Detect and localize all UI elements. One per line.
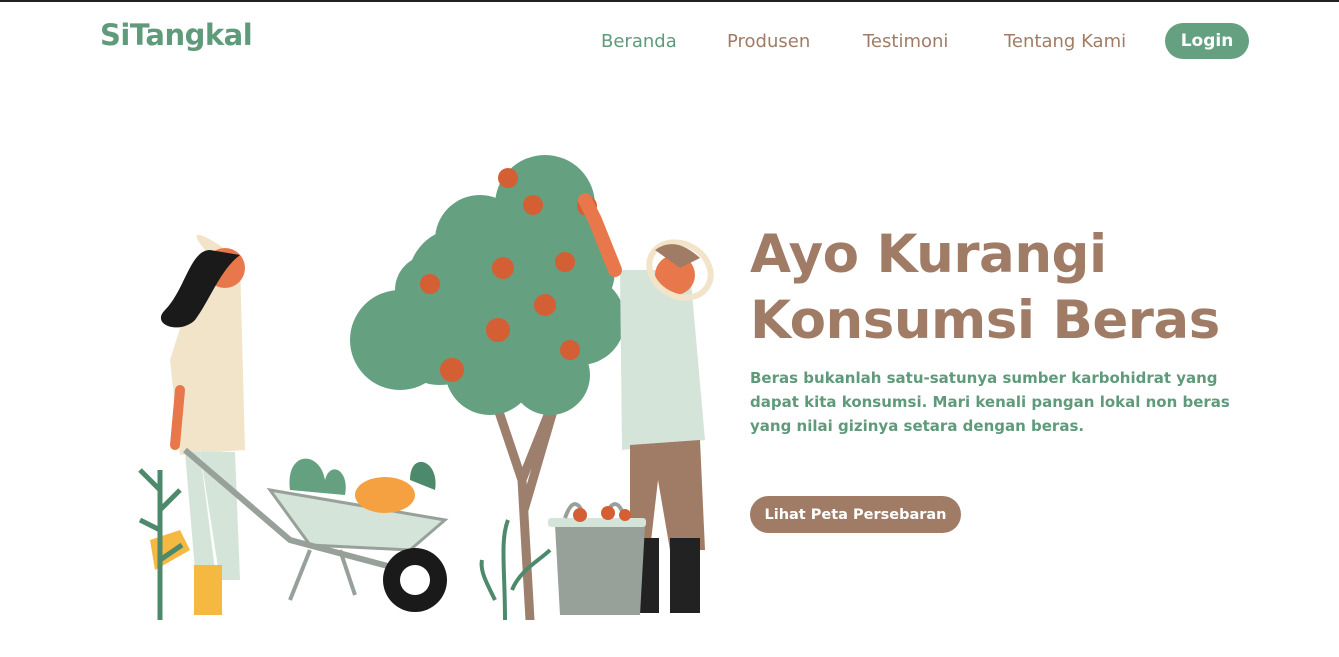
hero-title-line1: Ayo Kurangi [750,224,1107,285]
login-button[interactable]: Login [1165,23,1249,59]
nav-link-tentang-kami[interactable]: Tentang Kami [1004,31,1126,52]
hero-description: Beras bukanlah satu-satunya sumber karbo… [750,369,1230,435]
farming-illustration [138,155,714,620]
nav-link-produsen[interactable]: Produsen [727,31,810,52]
nav-link-beranda[interactable]: Beranda [601,31,677,52]
navbar: SiTangkal Beranda Produsen Testimoni Ten… [0,2,1339,76]
hero-title: Ayo Kurangi Konsumsi Beras [750,222,1310,354]
nav-link-testimoni[interactable]: Testimoni [863,31,948,52]
view-distribution-map-button[interactable]: Lihat Peta Persebaran [750,496,961,533]
brand-logo[interactable]: SiTangkal [100,18,253,52]
hero-title-line2: Konsumsi Beras [750,290,1220,351]
